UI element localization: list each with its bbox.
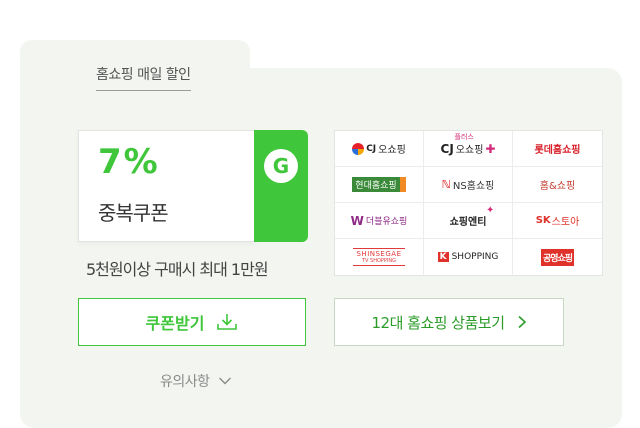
g-logo-icon: G — [264, 149, 298, 183]
w-mark-icon: W — [350, 213, 364, 228]
chevron-right-icon — [517, 315, 526, 329]
k-mark-icon: K — [437, 252, 449, 262]
coupon-percent: 7% — [98, 142, 160, 182]
view-products-label: 12대 홈쇼핑 상품보기 — [371, 313, 505, 332]
ns-homeshopping-logo[interactable]: ℕ NS홈쇼핑 — [424, 167, 513, 203]
cj-swirl-icon — [352, 142, 365, 155]
chevron-down-icon — [218, 377, 231, 385]
coupon-type: 중복쿠폰 — [98, 201, 169, 225]
get-coupon-label: 쿠폰받기 — [145, 314, 205, 333]
lotte-homeshopping-logo[interactable]: 롯데홈쇼핑 — [513, 131, 602, 167]
shopping-nt-logo[interactable]: 쇼핑엔티 ✦ — [424, 203, 513, 239]
coupon-condition: 5천원이상 구매시 최대 1만원 — [86, 260, 269, 279]
public-home-shopping-logo[interactable]: 공영쇼핑 — [513, 239, 602, 275]
shinsegae-tv-shopping-logo[interactable]: SHINSEGAE TV SHOPPING — [335, 239, 424, 275]
coupon-badge-tab — [254, 130, 308, 242]
w-shopping-logo[interactable]: W 더블유쇼핑 — [335, 203, 424, 239]
star-icon: ✦ — [486, 205, 495, 216]
cj-onstyle-logo[interactable]: CJ 오쇼핑 — [335, 131, 424, 167]
download-icon — [217, 314, 238, 330]
plus-icon: ✚ — [485, 142, 496, 156]
cj-oshopping-plus-logo[interactable]: CJ 오쇼핑 플러스 ✚ — [424, 131, 513, 167]
view-products-button[interactable]: 12대 홈쇼핑 상품보기 — [334, 298, 564, 346]
get-coupon-button[interactable]: 쿠폰받기 — [78, 298, 306, 346]
hyundai-homeshopping-logo[interactable]: 현대홈쇼핑 — [335, 167, 424, 203]
home-and-shopping-logo[interactable]: 홈&쇼핑 — [513, 167, 602, 203]
notice-toggle[interactable]: 유의사항 — [160, 371, 232, 391]
sk-stoa-logo[interactable]: SK 스토아 — [513, 203, 602, 239]
notice-label: 유의사항 — [160, 374, 210, 390]
homeshopping-logo-grid: CJ 오쇼핑 CJ 오쇼핑 플러스 ✚ 롯데홈쇼핑 현대홈쇼핑 ℕ NS홈쇼핑 … — [334, 130, 603, 276]
k-shopping-logo[interactable]: K SHOPPING — [424, 239, 513, 275]
tab-homeshopping-daily-discount[interactable]: 홈쇼핑 매일 할인 — [96, 64, 191, 91]
ns-mark-icon: ℕ — [441, 178, 451, 191]
